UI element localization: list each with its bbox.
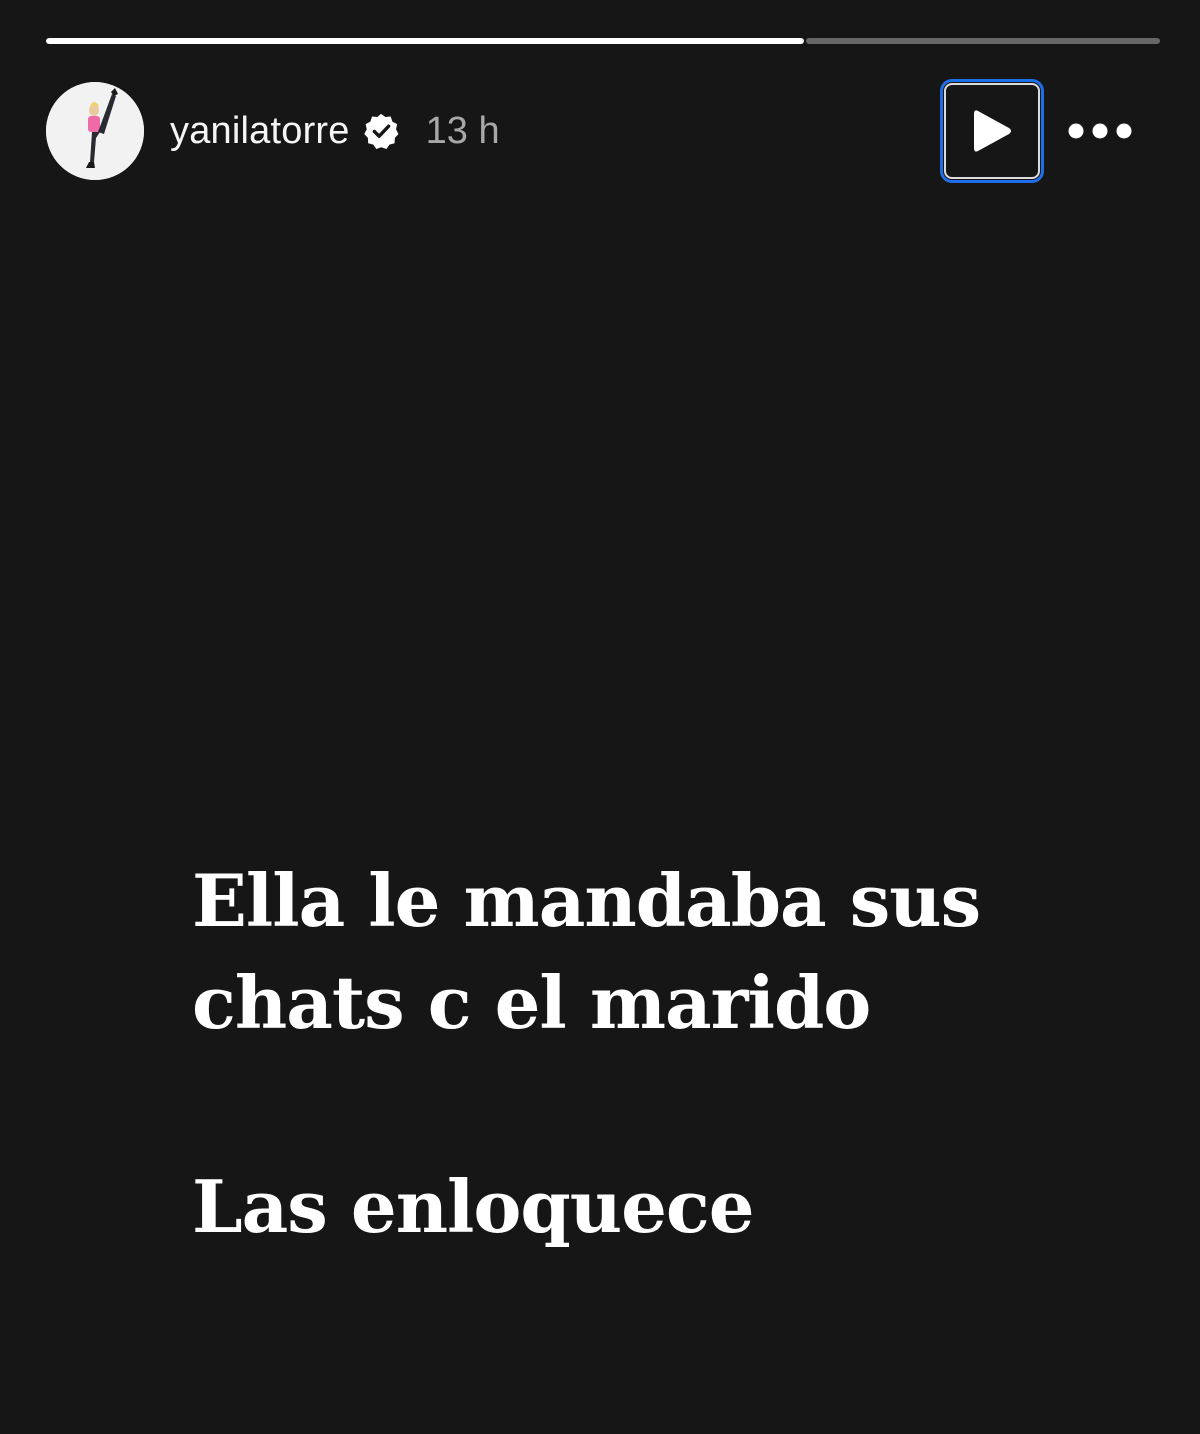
- verified-badge-icon: [362, 112, 400, 150]
- more-options-button[interactable]: [1064, 111, 1136, 151]
- play-icon: [974, 110, 1011, 152]
- story-text-line: chats c el marido: [192, 960, 871, 1045]
- avatar[interactable]: [46, 82, 144, 180]
- progress-segment-fill: [46, 38, 804, 44]
- story-viewer: yanilatorre 13 h Ella le mandaba sus cha…: [0, 0, 1200, 1434]
- story-text-line: Las enloquece: [192, 1164, 755, 1249]
- story-text-line: Ella le mandaba sus: [192, 858, 981, 943]
- more-horizontal-icon: [1068, 123, 1132, 139]
- username[interactable]: yanilatorre: [170, 110, 350, 153]
- story-text-gap: [192, 1054, 1092, 1156]
- post-time: 13 h: [425, 109, 500, 152]
- avatar-photo: [46, 82, 144, 180]
- progress-segment-upcoming: [805, 38, 1160, 44]
- play-button[interactable]: [940, 79, 1044, 183]
- story-header: yanilatorre 13 h: [46, 79, 1160, 183]
- progress-segment-viewed: [46, 38, 804, 44]
- story-progress-bar: [46, 38, 1160, 44]
- story-text: Ella le mandaba sus chats c el marido La…: [192, 850, 1092, 1258]
